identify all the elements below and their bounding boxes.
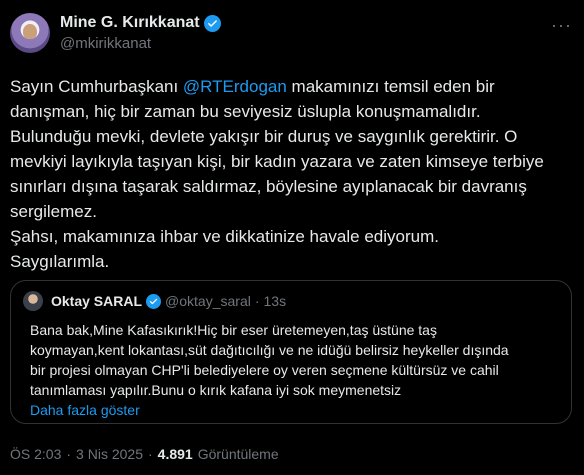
quoted-author-name: Oktay SARAL <box>51 293 143 309</box>
author-display-name[interactable]: Mine G. Kırıkkanat <box>60 14 200 32</box>
quoted-verified-badge-icon <box>146 293 162 309</box>
mention-link[interactable]: @RTErdogan <box>183 77 287 96</box>
tweet-text-continued: makamınızı temsil eden bir <box>286 77 495 96</box>
quoted-author-avatar <box>23 291 43 311</box>
tweet-date[interactable]: 3 Nis 2025 <box>76 446 143 462</box>
footer-separator-2: · <box>147 446 153 462</box>
more-horizontal-icon[interactable]: ··· <box>551 15 572 36</box>
quoted-time: 13s <box>263 293 287 309</box>
tweet-header: Mine G. Kırıkkanat @mkirikkanat ··· <box>10 9 572 59</box>
quoted-tweet-text: Bana bak,Mine Kafasıkırık!Hiç bir eser ü… <box>30 322 509 398</box>
quoted-author-handle: @oktay_saral <box>165 293 251 309</box>
author-name-row: Mine G. Kırıkkanat <box>60 14 221 32</box>
tweet-text: Sayın Cumhurbaşkanı @RTErdogan makamınız… <box>10 74 570 274</box>
footer-separator-1: · <box>66 446 72 462</box>
tweet-footer: ÖS 2:03 · 3 Nis 2025 · 4.891 Görüntüleme <box>10 446 279 462</box>
views-label: Görüntüleme <box>197 446 279 462</box>
author-names: Mine G. Kırıkkanat @mkirikkanat <box>60 14 221 52</box>
views-count: 4.891 <box>157 446 193 462</box>
tweet-body: danışman, hiç bir zaman bu seviyesiz üsl… <box>10 102 544 271</box>
verified-badge-icon <box>203 14 221 32</box>
quoted-tweet-header: Oktay SARAL @oktay_saral · 13s <box>23 291 559 311</box>
author-handle[interactable]: @mkirikkanat <box>60 35 221 52</box>
quoted-tweet[interactable]: Oktay SARAL @oktay_saral · 13s Bana bak,… <box>10 280 572 424</box>
author-avatar[interactable] <box>10 13 50 53</box>
show-more-link[interactable]: Daha fazla göster <box>23 400 559 420</box>
quoted-separator: · <box>254 293 260 309</box>
tweet-line-1: Sayın Cumhurbaşkanı @RTErdogan makamınız… <box>10 74 570 99</box>
tweet-text-start: Sayın Cumhurbaşkanı <box>10 77 183 96</box>
tweet-time[interactable]: ÖS 2:03 <box>10 446 61 462</box>
